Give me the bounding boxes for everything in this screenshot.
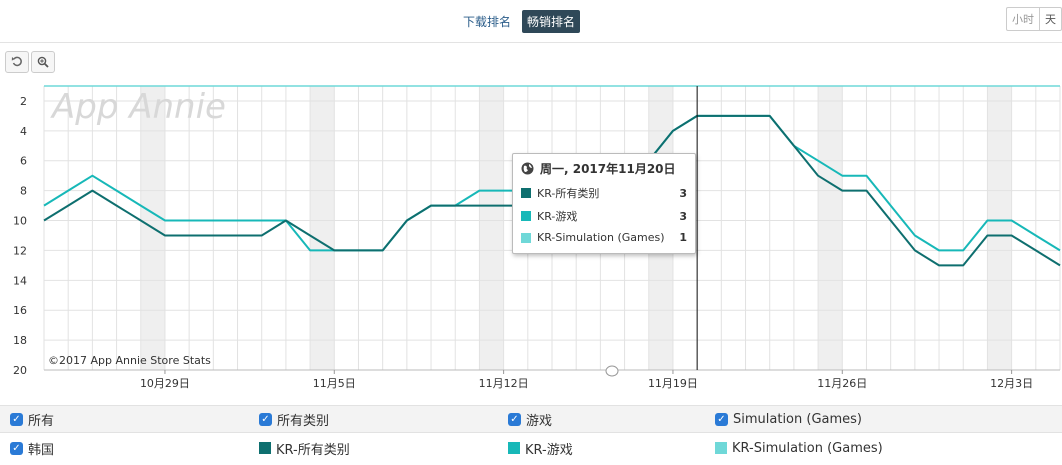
check-icon[interactable]: ✓	[259, 412, 272, 426]
tab-grossing-rank[interactable]: 畅销排名	[522, 10, 581, 33]
x-tick-label: 11月5日	[313, 377, 356, 390]
tooltip-series-value: 1	[679, 231, 687, 244]
tooltip-series-value: 3	[679, 209, 687, 223]
filter-simulation-label: Simulation (Games)	[733, 411, 862, 427]
legend-label: KR-Simulation (Games)	[732, 440, 883, 456]
y-tick-label: 14	[13, 274, 27, 287]
tooltip-swatch	[521, 211, 531, 221]
legend-swatch	[715, 442, 727, 454]
watermark: App Annie	[50, 87, 226, 127]
tooltip-row: KR-游戏 3	[521, 208, 687, 224]
y-tick-label: 16	[13, 304, 27, 317]
filter-all[interactable]: ✓ 所有	[10, 410, 54, 429]
y-tick-label: 18	[13, 334, 27, 347]
country-korea[interactable]: ✓ 韩国	[10, 439, 54, 458]
legend-swatch	[259, 442, 271, 454]
chart-tooltip: 周一, 2017年11月20日 KR-所有类别 3 KR-游戏 3 KR-Sim…	[512, 153, 696, 254]
filter-all-label: 所有	[28, 413, 55, 429]
y-tick-label: 4	[20, 125, 27, 138]
x-tick-label: 12月3日	[990, 377, 1033, 390]
x-tick-label: 11月19日	[648, 377, 698, 390]
x-tick-label: 11月12日	[479, 377, 529, 390]
legend-row: ✓ 韩国 KR-所有类别 KR-游戏 KR-Simulation (Games)	[0, 434, 1062, 462]
granularity-hour[interactable]: 小时	[1007, 8, 1039, 30]
tooltip-swatch	[521, 188, 531, 198]
legend-item-games[interactable]: KR-游戏	[508, 439, 573, 458]
globe-icon	[521, 162, 534, 175]
undo-icon	[11, 56, 22, 67]
tooltip-row: KR-Simulation (Games) 1	[521, 231, 687, 244]
filter-all-categories[interactable]: ✓ 所有类别	[259, 410, 329, 429]
y-tick-label: 2	[20, 95, 27, 108]
check-icon[interactable]: ✓	[715, 412, 728, 426]
weekend-band	[310, 86, 335, 370]
filter-simulation[interactable]: ✓ Simulation (Games)	[715, 412, 862, 427]
reset-zoom-button[interactable]	[5, 51, 29, 73]
weekend-band	[987, 86, 1012, 370]
weekend-band	[818, 86, 843, 370]
y-tick-label: 6	[20, 155, 27, 168]
x-tick-label: 11月26日	[817, 377, 867, 390]
legend-label: KR-所有类别	[276, 442, 350, 458]
header-divider	[0, 42, 1062, 43]
granularity-day[interactable]: 天	[1039, 8, 1061, 30]
tooltip-row: KR-所有类别 3	[521, 185, 687, 201]
filter-row: ✓ 所有 ✓ 所有类别 ✓ 游戏 ✓ Simulation (Games)	[0, 405, 1062, 433]
legend-swatch	[508, 442, 520, 454]
weekend-band	[479, 86, 504, 370]
check-icon[interactable]: ✓	[10, 441, 23, 455]
tooltip-series-name: KR-Simulation (Games)	[537, 231, 665, 244]
legend-item-simulation[interactable]: KR-Simulation (Games)	[715, 441, 883, 456]
tooltip-series-value: 3	[679, 186, 687, 200]
tooltip-series-name: KR-所有类别	[537, 187, 600, 200]
granularity-toggle: 小时 天	[1006, 7, 1062, 31]
x-tick-label: 10月29日	[140, 377, 190, 390]
ranking-tabs: 下载排名 畅销排名	[458, 10, 581, 33]
check-icon[interactable]: ✓	[508, 412, 521, 426]
zoom-in-icon	[37, 56, 49, 68]
tooltip-date: 周一, 2017年11月20日	[540, 162, 676, 176]
copyright-text: ©2017 App Annie Store Stats	[48, 354, 211, 367]
filter-all-categories-label: 所有类别	[277, 413, 330, 429]
y-tick-label: 12	[13, 244, 27, 257]
zoom-button[interactable]	[31, 51, 55, 73]
filter-games[interactable]: ✓ 游戏	[508, 410, 552, 429]
tab-download-rank[interactable]: 下载排名	[458, 10, 516, 33]
legend-label: KR-游戏	[525, 442, 573, 458]
y-tick-label: 10	[13, 215, 27, 228]
scroll-handle[interactable]	[605, 365, 619, 377]
y-tick-label: 8	[20, 185, 27, 198]
tooltip-series-name: KR-游戏	[537, 210, 578, 223]
y-tick-label: 20	[13, 364, 27, 377]
check-icon[interactable]: ✓	[10, 412, 23, 426]
filter-games-label: 游戏	[526, 413, 553, 429]
country-label: 韩国	[28, 442, 55, 458]
tooltip-swatch	[521, 232, 531, 243]
legend-item-all-categories[interactable]: KR-所有类别	[259, 439, 350, 458]
